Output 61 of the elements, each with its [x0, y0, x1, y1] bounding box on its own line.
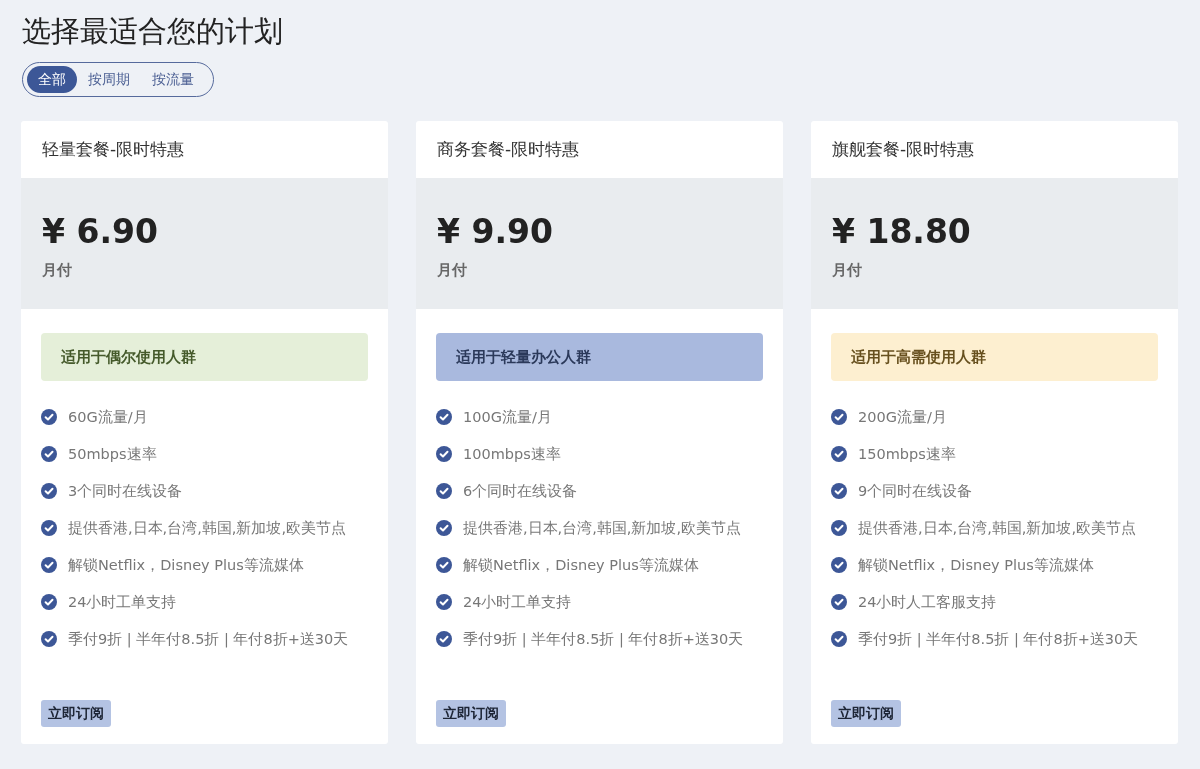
check-circle-icon [831, 446, 847, 462]
feature-text: 提供香港,日本,台湾,韩国,新加坡,欧美节点 [858, 518, 1137, 538]
feature-text: 解锁Netflix，Disney Plus等流媒体 [858, 555, 1094, 575]
check-circle-icon [831, 557, 847, 573]
feature-text: 提供香港,日本,台湾,韩国,新加坡,欧美节点 [68, 518, 347, 538]
feature-text: 50mbps速率 [68, 444, 157, 464]
feature-text: 6个同时在线设备 [463, 481, 578, 501]
feature-text: 200G流量/月 [858, 407, 947, 427]
feature-text: 季付9折 | 半年付8.5折 | 年付8折+送30天 [858, 629, 1139, 649]
feature-text: 24小时工单支持 [68, 592, 177, 612]
subscribe-button[interactable]: 立即订阅 [831, 700, 901, 727]
feature-text: 100G流量/月 [463, 407, 552, 427]
feature-text: 季付9折 | 半年付8.5折 | 年付8折+送30天 [463, 629, 744, 649]
feature-text: 150mbps速率 [858, 444, 956, 464]
feature-text: 60G流量/月 [68, 407, 148, 427]
check-circle-icon [436, 446, 452, 462]
check-circle-icon [831, 409, 847, 425]
check-circle-icon [41, 409, 57, 425]
check-circle-icon [436, 594, 452, 610]
check-circle-icon [41, 483, 57, 499]
plan-price: ¥ 18.80 [832, 211, 971, 253]
check-circle-icon [41, 520, 57, 536]
billing-period: 月付 [42, 260, 72, 280]
check-circle-icon [41, 557, 57, 573]
check-circle-icon [831, 520, 847, 536]
check-circle-icon [41, 446, 57, 462]
subscribe-button[interactable]: 立即订阅 [41, 700, 111, 727]
audience-banner: 适用于轻量办公人群 [436, 333, 763, 381]
check-circle-icon [436, 557, 452, 573]
check-circle-icon [436, 520, 452, 536]
audience-banner: 适用于高需使用人群 [831, 333, 1158, 381]
audience-banner: 适用于偶尔使用人群 [41, 333, 368, 381]
filter-tab[interactable]: 按周期 [77, 66, 141, 93]
check-circle-icon [436, 409, 452, 425]
feature-text: 3个同时在线设备 [68, 481, 183, 501]
feature-text: 解锁Netflix，Disney Plus等流媒体 [68, 555, 304, 575]
billing-period: 月付 [832, 260, 862, 280]
plan-name: 轻量套餐-限时特惠 [42, 138, 185, 161]
check-circle-icon [831, 594, 847, 610]
check-circle-icon [831, 631, 847, 647]
check-circle-icon [831, 483, 847, 499]
plan-price: ¥ 6.90 [42, 211, 158, 253]
billing-period: 月付 [437, 260, 467, 280]
plan-name: 商务套餐-限时特惠 [437, 138, 580, 161]
feature-text: 提供香港,日本,台湾,韩国,新加坡,欧美节点 [463, 518, 742, 538]
check-circle-icon [436, 631, 452, 647]
filter-tab[interactable]: 全部 [27, 66, 77, 93]
feature-text: 解锁Netflix，Disney Plus等流媒体 [463, 555, 699, 575]
feature-text: 季付9折 | 半年付8.5折 | 年付8折+送30天 [68, 629, 349, 649]
check-circle-icon [41, 594, 57, 610]
feature-text: 100mbps速率 [463, 444, 561, 464]
feature-text: 9个同时在线设备 [858, 481, 973, 501]
feature-text: 24小时人工客服支持 [858, 592, 997, 612]
page-title: 选择最适合您的计划 [22, 13, 283, 50]
feature-text: 24小时工单支持 [463, 592, 572, 612]
subscribe-button[interactable]: 立即订阅 [436, 700, 506, 727]
check-circle-icon [41, 631, 57, 647]
plan-name: 旗舰套餐-限时特惠 [832, 138, 975, 161]
filter-tab[interactable]: 按流量 [141, 66, 205, 93]
plan-price: ¥ 9.90 [437, 211, 553, 253]
check-circle-icon [436, 483, 452, 499]
